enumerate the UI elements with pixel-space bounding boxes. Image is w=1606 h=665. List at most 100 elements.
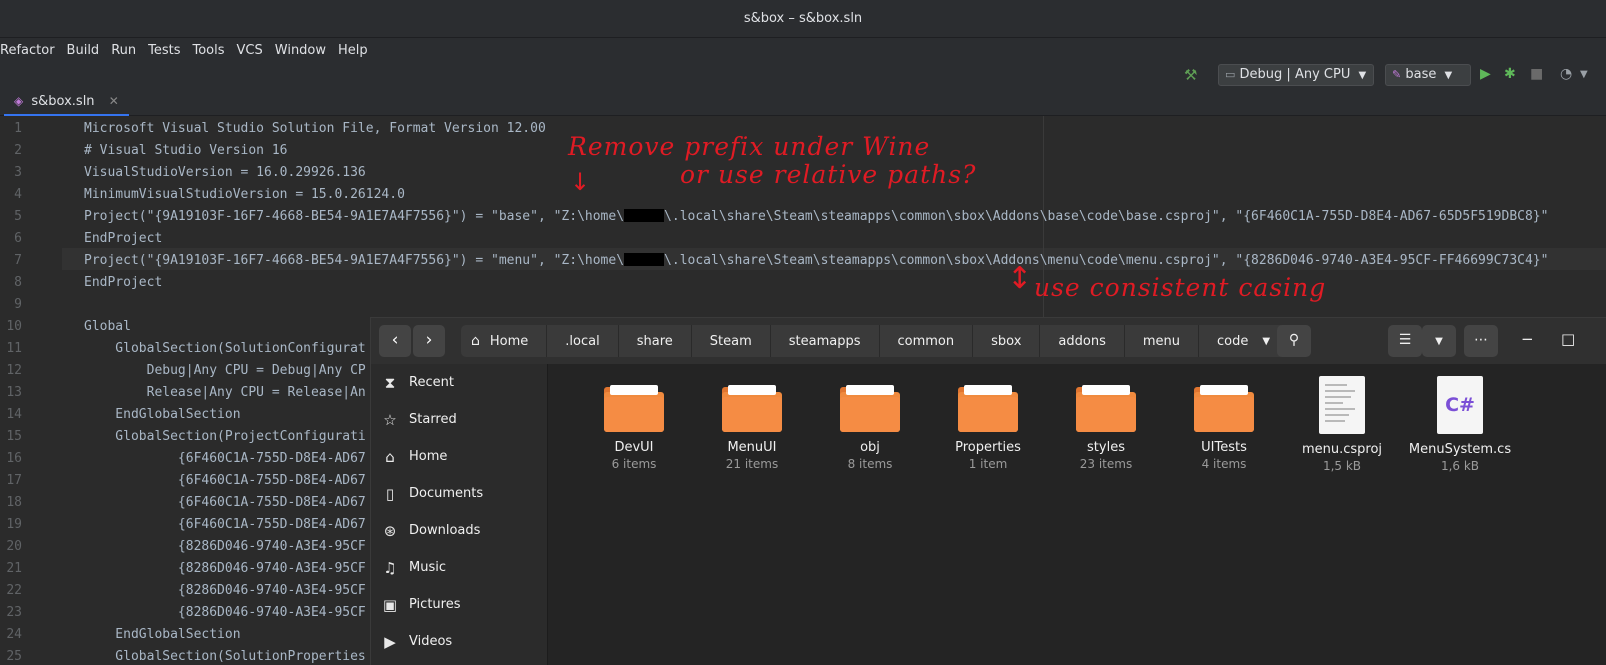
run-icon[interactable]: ▶ bbox=[1480, 66, 1491, 82]
star-icon: ☆ bbox=[383, 410, 397, 429]
stop-icon[interactable]: ■ bbox=[1530, 66, 1543, 82]
breadcrumb-common[interactable]: common bbox=[880, 325, 974, 357]
line-number: 6 bbox=[14, 231, 22, 246]
file-item-menusystem-cs[interactable]: C# MenuSystem.cs 1,6 kB bbox=[1405, 364, 1515, 473]
config-icon: ▭ bbox=[1225, 68, 1236, 81]
run-config-icon: ✎ bbox=[1392, 68, 1402, 81]
code-line: Release|Any CPU = Release|An bbox=[84, 385, 366, 400]
run-target-label: base bbox=[1405, 67, 1437, 82]
code-line: Project("{9A19103F-16F7-4668-BE54-9A1E7A… bbox=[84, 206, 1548, 228]
pictures-icon: ▣ bbox=[382, 595, 398, 614]
line-number: 15 bbox=[6, 429, 22, 444]
menu-tests[interactable]: Tests bbox=[142, 43, 186, 58]
line-number: 5 bbox=[14, 209, 22, 224]
sidebar-item-pictures[interactable]: ▣ Pictures bbox=[371, 586, 548, 623]
view-options-button[interactable]: ▼ bbox=[1422, 325, 1456, 357]
folder-item-devui[interactable]: DevUI 6 items bbox=[579, 364, 689, 471]
folder-item-obj[interactable]: obj 8 items bbox=[815, 364, 925, 471]
annotation-arrow-updown-icon: ↕ bbox=[1007, 261, 1033, 296]
list-view-button[interactable]: ☰ bbox=[1388, 325, 1422, 357]
menu-build[interactable]: Build bbox=[61, 43, 106, 58]
path-bar: ⌂ Home .local share Steam steamapps commo… bbox=[461, 325, 1291, 357]
code-line: GlobalSection(SolutionProperties bbox=[84, 649, 366, 664]
tab-sln[interactable]: ◈ s&box.sln ✕ bbox=[4, 88, 129, 116]
sidebar-item-videos[interactable]: ▶ Videos bbox=[371, 623, 548, 660]
file-item-menu-csproj[interactable]: menu.csproj 1,5 kB bbox=[1287, 364, 1397, 473]
home-icon: ⌂ bbox=[471, 333, 480, 349]
breadcrumb-share[interactable]: share bbox=[619, 325, 692, 357]
menu-refactor[interactable]: Refactor bbox=[0, 43, 61, 58]
menu-run[interactable]: Run bbox=[105, 43, 142, 58]
item-name: styles bbox=[1087, 440, 1125, 455]
breadcrumb-addons[interactable]: addons bbox=[1040, 325, 1125, 357]
sln-file-icon: ◈ bbox=[14, 94, 24, 108]
code-line: {8286D046-9740-A3E4-95CF bbox=[84, 605, 366, 620]
text-file-icon bbox=[1319, 376, 1365, 434]
back-button[interactable]: ‹ bbox=[379, 325, 411, 357]
breadcrumb-local[interactable]: .local bbox=[547, 325, 619, 357]
menu-bar: Refactor Build Run Tests Tools VCS Windo… bbox=[0, 38, 1606, 62]
folder-item-properties[interactable]: Properties 1 item bbox=[933, 364, 1043, 471]
chevron-down-icon[interactable]: ▼ bbox=[1580, 69, 1588, 80]
sidebar-item-downloads[interactable]: ⊛ Downloads bbox=[371, 512, 548, 549]
menu-button[interactable]: ⋯ bbox=[1464, 325, 1498, 357]
folder-item-uitests[interactable]: UITests 4 items bbox=[1169, 364, 1279, 471]
code-line: EndGlobalSection bbox=[84, 407, 241, 422]
folder-item-menuui[interactable]: MenuUI 21 items bbox=[697, 364, 807, 471]
code-line: Microsoft Visual Studio Solution File, F… bbox=[84, 121, 546, 136]
breadcrumb-menu[interactable]: menu bbox=[1125, 325, 1199, 357]
breadcrumb-steamapps[interactable]: steamapps bbox=[771, 325, 880, 357]
sidebar-item-music[interactable]: ♫ Music bbox=[371, 549, 548, 586]
breadcrumb-home[interactable]: ⌂ Home bbox=[461, 325, 548, 357]
list-view-icon: ☰ bbox=[1398, 332, 1412, 348]
breadcrumb-label: Steam bbox=[709, 333, 752, 349]
line-number: 8 bbox=[14, 275, 22, 290]
line-number: 4 bbox=[14, 187, 22, 202]
line-number: 10 bbox=[6, 319, 22, 334]
build-hammer-icon[interactable]: ⚒ bbox=[1184, 66, 1197, 84]
search-button[interactable]: ⚲ bbox=[1277, 325, 1311, 357]
item-meta: 6 items bbox=[611, 457, 657, 471]
code-line: {6F460C1A-755D-D8E4-AD67 bbox=[84, 495, 366, 510]
sidebar-item-starred[interactable]: ☆ Starred bbox=[371, 401, 548, 438]
line-number: 21 bbox=[6, 561, 22, 576]
line-number: 19 bbox=[6, 517, 22, 532]
item-meta: 1,6 kB bbox=[1440, 459, 1480, 473]
file-manager-window: ‹ › ⌂ Home .local share Steam steamapps c… bbox=[370, 317, 1606, 665]
debug-bug-icon[interactable]: ✱ bbox=[1504, 66, 1516, 82]
line-number: 18 bbox=[6, 495, 22, 510]
item-name: DevUI bbox=[614, 440, 654, 455]
close-icon[interactable]: ✕ bbox=[109, 94, 119, 108]
chevron-right-icon: › bbox=[425, 330, 433, 350]
folder-icon bbox=[958, 384, 1018, 432]
forward-button[interactable]: › bbox=[413, 325, 445, 357]
code-line: EndProject bbox=[84, 275, 163, 290]
music-icon: ♫ bbox=[383, 558, 397, 577]
breadcrumb-label: steamapps bbox=[788, 333, 861, 349]
menu-tools[interactable]: Tools bbox=[187, 43, 231, 58]
window-title: s&box – s&box.sln bbox=[743, 11, 863, 26]
profile-icon[interactable]: ◔ bbox=[1560, 66, 1572, 82]
minimize-icon[interactable]: − bbox=[1521, 330, 1534, 348]
folder-icon bbox=[604, 384, 664, 432]
configuration-selector[interactable]: ▭ Debug | Any CPU ▼ bbox=[1218, 64, 1374, 86]
breadcrumb-steam[interactable]: Steam bbox=[692, 325, 771, 357]
maximize-icon[interactable]: □ bbox=[1561, 330, 1575, 348]
sidebar-item-label: Music bbox=[409, 560, 446, 575]
line-number: 3 bbox=[14, 165, 22, 180]
annotation-consistent-casing: use consistent casing bbox=[1034, 273, 1327, 302]
sidebar-item-recent[interactable]: ⧗ Recent bbox=[371, 364, 548, 401]
sidebar-item-documents[interactable]: ▯ Documents bbox=[371, 475, 548, 512]
item-name: Properties bbox=[955, 440, 1021, 455]
line-number: 20 bbox=[6, 539, 22, 554]
run-target-selector[interactable]: ✎ base ▼ bbox=[1385, 64, 1471, 86]
sidebar-item-home[interactable]: ⌂ Home bbox=[371, 438, 548, 475]
menu-window[interactable]: Window bbox=[269, 43, 332, 58]
file-grid: DevUI 6 items MenuUI 21 items obj 8 item… bbox=[549, 364, 1606, 665]
breadcrumb-sbox[interactable]: sbox bbox=[973, 325, 1041, 357]
folder-item-styles[interactable]: styles 23 items bbox=[1051, 364, 1161, 471]
breadcrumb-label: .local bbox=[565, 333, 600, 349]
menu-help[interactable]: Help bbox=[332, 43, 374, 58]
breadcrumb-code[interactable]: code ▼ bbox=[1199, 325, 1288, 357]
menu-vcs[interactable]: VCS bbox=[231, 43, 269, 58]
